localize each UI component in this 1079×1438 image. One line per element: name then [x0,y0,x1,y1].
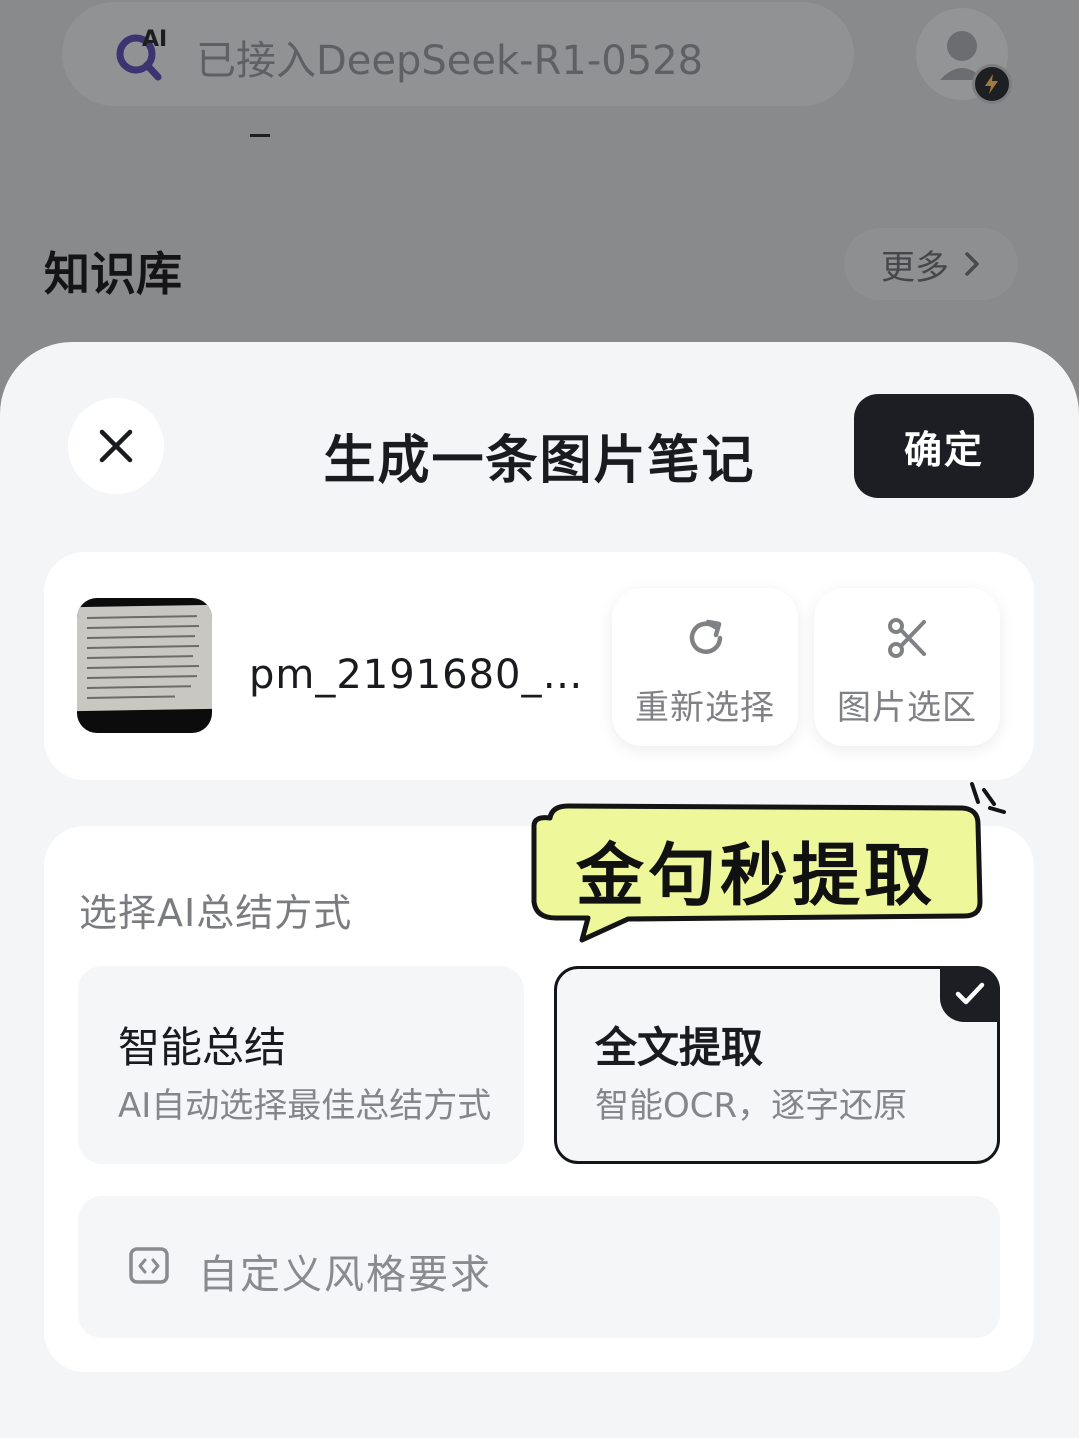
sticker-text: 金句秒提取 [576,837,937,916]
refresh-icon [689,619,723,654]
more-button[interactable]: 更多 [844,228,1018,300]
text-cursor [250,134,270,137]
bolt-badge-icon [985,74,998,94]
selected-check-badge [940,966,1000,1022]
check-icon [955,982,985,1005]
thumbnail-page [77,604,212,712]
option-full-text-extract[interactable]: 全文提取 智能OCR，逐字还原 [554,966,1000,1164]
option-smart-summary[interactable]: 智能总结 AI自动选择最佳总结方式 [78,966,524,1164]
confirm-button[interactable]: 确定 [854,394,1034,498]
avatar-badge [972,64,1012,104]
more-label: 更多 [881,247,949,288]
scissors-icon [888,618,926,658]
option-title: 全文提取 [595,1023,764,1072]
code-bracket-icon [129,1247,169,1284]
option-title: 智能总结 [118,1023,287,1072]
image-thumbnail[interactable] [77,598,212,733]
option-subtitle: AI自动选择最佳总结方式 [118,1086,492,1126]
option-subtitle: 智能OCR，逐字还原 [595,1086,908,1126]
search-placeholder: 已接入DeepSeek-R1-0528 [196,38,704,84]
golden-sentence-sticker: 金句秒提取 [528,776,1008,946]
crop-region-button[interactable]: 图片选区 [814,588,1000,746]
mode-heading: 选择AI总结方式 [79,891,353,935]
crop-region-label: 图片选区 [837,688,977,728]
reselect-button[interactable]: 重新选择 [612,588,798,746]
selected-image-card: pm_2191680_… 重新选择 图片选区 [44,552,1034,780]
custom-style-label: 自定义风格要求 [198,1252,492,1298]
reselect-label: 重新选择 [635,688,775,728]
ai-search-logo-icon: AI [116,27,167,81]
search-bar[interactable]: AI 已接入DeepSeek-R1-0528 [62,2,854,106]
file-name: pm_2191680_… [249,652,584,698]
knowledge-base-title: 知识库 [44,247,182,301]
svg-text:AI: AI [142,27,167,52]
chevron-right-icon [965,252,979,276]
custom-style-input[interactable]: 自定义风格要求 [78,1196,1000,1338]
